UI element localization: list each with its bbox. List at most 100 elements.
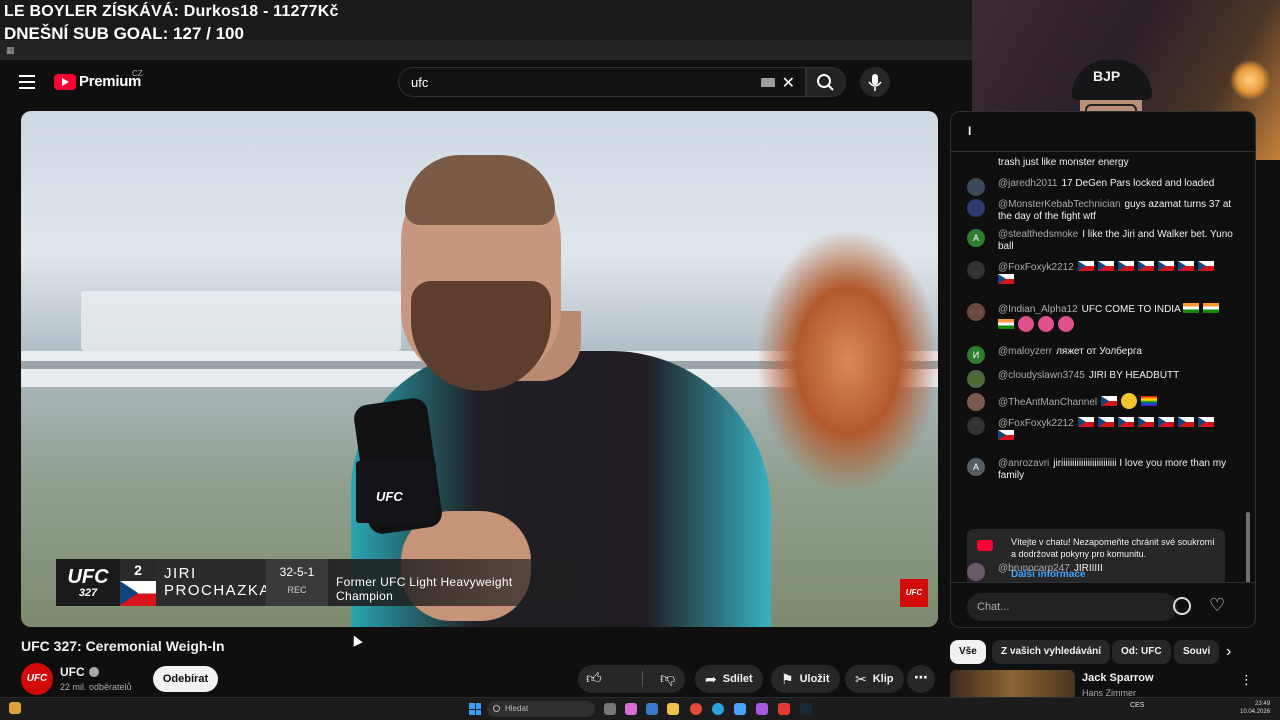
webcam-lamp [1230,60,1270,100]
search-button[interactable] [806,67,846,97]
scissors-icon: ✂ [855,670,867,687]
video-player[interactable]: UFC UFC 327 2 JIRI PROCHAZKA 32-5-1 REC … [21,111,938,627]
keyboard-icon[interactable] [761,78,775,87]
fighter-title: Former UFC Light Heavyweight Champion [328,559,578,606]
chat-message: @brunocarp247 JIRIIIII [967,563,1237,581]
youtube-header: Premium CZ ufc ✕ [0,60,972,104]
chat-author[interactable]: @anrozavri [998,458,1049,469]
avatar [967,370,985,388]
chat-message-text: 17 DeGen Pars locked and loaded [1061,178,1215,189]
wave-emoji-icon [1018,316,1034,332]
subscribe-button[interactable]: Odebírat [153,666,218,692]
chat-author[interactable]: @maloyzerr [998,346,1052,357]
chat-author[interactable]: @jaredh2011 [998,178,1057,189]
rank-number: 2 [120,559,156,581]
like-icon[interactable]: 👍︎ [586,670,602,688]
heart-icon[interactable]: ♡ [1209,595,1225,616]
chat-message: @Indian_Alpha12 UFC COME TO INDIA [967,303,1237,332]
emoji-icon[interactable] [1173,597,1191,615]
chat-author[interactable]: @TheAntManChannel [998,397,1097,408]
chat-author[interactable]: @MonsterKebabTechnician [998,199,1120,210]
lower-third-rank: 2 [120,559,156,606]
screen: LE BOYLER ZÍSKÁVÁ: Durkos18 - 11277Kč DN… [0,0,1280,720]
dislike-icon[interactable]: 👎︎ [660,670,675,688]
app-icon[interactable] [778,703,790,715]
search-input[interactable]: ufc ✕ [398,67,806,97]
chat-author[interactable]: @cloudyslawn3745 [998,370,1085,381]
fighter-name: JIRI PROCHAZKA [156,559,271,606]
chevron-right-icon[interactable]: › [1226,643,1231,661]
chat-author[interactable]: @Indian_Alpha12 [998,304,1078,315]
chat-input-row: ♡ [951,582,1255,627]
avatar [967,261,985,279]
more-actions-button[interactable]: ⋯ [907,665,935,693]
chat-message: @FoxFoxyk2212 [967,417,1237,443]
voice-search-button[interactable] [860,67,890,97]
search-icon [493,705,500,712]
india-flag-emoji-icon [1182,303,1199,313]
kebab-menu-icon[interactable]: ⋮ [1240,672,1253,688]
chip-from-ufc[interactable]: Od: UFC [1112,640,1171,664]
chat-message: A @anrozavri jiriiiiiiiiiiiiiiiiiiiiiiiii… [967,458,1237,482]
chip-all[interactable]: Vše [950,640,986,664]
flag-emoji-icon [1101,396,1118,406]
video-scene [81,291,401,351]
menu-icon[interactable] [19,75,35,89]
chat-message: @FoxFoxyk2212 [967,261,1237,287]
app-icon[interactable] [734,703,746,715]
chat-author[interactable]: @FoxFoxyk2212 [998,418,1074,429]
corner-logo: UFC [900,579,928,607]
app-icon[interactable] [646,703,658,715]
clear-icon[interactable]: ✕ [782,73,795,93]
lower-third-org: UFC [67,565,109,588]
avatar: A [967,458,985,476]
channel-name[interactable]: UFC [60,665,99,679]
chat-message: И @maloyzerr ляжет от Уолберга [967,346,1237,364]
chat-message: A @stealthedsmoke I like the Jiri and Wal… [967,229,1237,253]
overlay-sub-goal: DNEŠNÍ SUB GOAL: 127 / 100 [4,24,244,43]
live-chat: I trash just like monster energy @jaredh… [950,111,1256,628]
language-indicator[interactable]: CES [1130,702,1144,709]
chat-input[interactable] [967,593,1177,621]
save-button[interactable]: ⚑ Uložit [771,665,840,693]
search-value: ufc [411,75,429,90]
chat-author[interactable]: @brunocarp247 [998,563,1070,574]
file-explorer-icon[interactable] [667,703,679,715]
mic-flag-label: UFC [376,489,403,504]
fighter-last-name: PROCHAZKA [164,582,271,599]
taskbar-search[interactable]: Hledat [487,701,595,717]
steam-icon[interactable] [800,703,812,715]
chat-messages: trash just like monster energy @jaredh20… [951,152,1255,582]
widgets-icon[interactable] [9,702,21,714]
youtube-logo[interactable]: Premium [54,73,141,90]
channel-avatar[interactable]: UFC [21,663,53,695]
microphone-icon [868,74,882,91]
share-label: Sdílet [722,673,753,685]
chrome-icon[interactable] [690,703,702,715]
notice-text: Vítejte v chatu! Nezapomeňte chránit své… [1011,537,1215,559]
channel-name-text[interactable]: UFC [60,665,85,679]
avatar [967,417,985,435]
chip-related[interactable]: Souvi [1174,640,1220,664]
related-title[interactable]: Jack Sparrow [1082,672,1154,684]
share-button[interactable]: ➦ Sdílet [695,665,763,693]
chat-author[interactable]: @stealthedsmoke [998,229,1078,240]
task-view-icon[interactable] [604,703,616,715]
stream-overlay: LE BOYLER ZÍSKÁVÁ: Durkos18 - 11277Kč DN… [0,0,972,60]
overlay-donation-text: LE BOYLER ZÍSKÁVÁ: Durkos18 - 11277Kč [4,3,339,20]
edge-icon[interactable] [712,703,724,715]
chip-from-searches[interactable]: Z vašich vyhledávání [992,640,1111,664]
chat-message: @MonsterKebabTechnician guys azamat turns… [967,199,1237,223]
chat-message-text: ляжет от Уолберга [1056,346,1142,357]
taskbar-clock[interactable]: 23:49 10.04.2026 [1240,700,1270,716]
chat-author[interactable]: @FoxFoxyk2212 [998,262,1074,273]
copilot-icon[interactable] [625,703,637,715]
clip-button[interactable]: ✂ Klip [845,665,904,693]
chat-message: trash just like monster energy [967,157,1237,169]
app-icon[interactable] [756,703,768,715]
chat-scrollbar[interactable] [1246,512,1250,582]
start-icon[interactable] [469,703,481,715]
youtube-icon [977,540,993,551]
handshake-emoji-icon [1121,393,1138,409]
avatar [967,178,985,196]
